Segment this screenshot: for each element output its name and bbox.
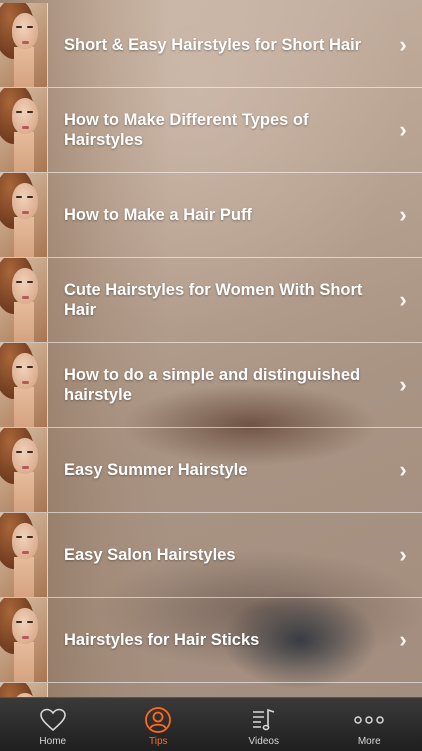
chevron-right-icon: ›	[390, 627, 416, 653]
thumbnail-image	[0, 683, 48, 697]
chevron-right-icon: ›	[390, 457, 416, 483]
list-item-title: How to Make a Hair Puff	[48, 205, 390, 225]
thumbnail-image	[0, 343, 48, 427]
chevron-right-icon: ›	[390, 202, 416, 228]
thumbnail-image	[0, 428, 48, 512]
tab-videos[interactable]: Videos	[211, 698, 317, 751]
tab-videos-label: Videos	[249, 736, 279, 747]
more-dots-icon	[353, 705, 385, 735]
list-item-title: Easy Salon Hairstyles	[48, 545, 390, 565]
list-item[interactable]: How to Make a Hair Puff ›	[0, 173, 422, 258]
bottom-tab-bar: Home Tips Videos More	[0, 697, 422, 751]
thumbnail-image	[0, 258, 48, 342]
list-item-partial[interactable]	[0, 683, 422, 697]
tab-tips[interactable]: Tips	[106, 698, 212, 751]
list-item[interactable]: Hairstyles for Hair Sticks ›	[0, 598, 422, 683]
person-icon	[142, 705, 174, 735]
tab-tips-label: Tips	[149, 736, 168, 747]
list-item[interactable]: Easy Salon Hairstyles ›	[0, 513, 422, 598]
list-item-title: Hairstyles for Hair Sticks	[48, 630, 390, 650]
list-item[interactable]: Easy Summer Hairstyle ›	[0, 428, 422, 513]
thumbnail-image	[0, 598, 48, 682]
list-item[interactable]: Short & Easy Hairstyles for Short Hair ›	[0, 3, 422, 88]
tab-home-label: Home	[39, 736, 66, 747]
chevron-right-icon: ›	[390, 542, 416, 568]
tab-more-label: More	[358, 736, 381, 747]
tab-home[interactable]: Home	[0, 698, 106, 751]
thumbnail-image	[0, 513, 48, 597]
list-item[interactable]: Cute Hairstyles for Women With Short Hai…	[0, 258, 422, 343]
chevron-right-icon: ›	[390, 372, 416, 398]
tab-more[interactable]: More	[317, 698, 422, 751]
list-item-title: How to Make Different Types of Hairstyle…	[48, 110, 390, 150]
list-screen: Short & Easy Hairstyles for Short Hair ›…	[0, 0, 422, 697]
list-item-title: Short & Easy Hairstyles for Short Hair	[48, 35, 390, 55]
list-item-title: Cute Hairstyles for Women With Short Hai…	[48, 280, 390, 320]
list-item-title: How to do a simple and distinguished hai…	[48, 365, 390, 405]
chevron-right-icon: ›	[390, 287, 416, 313]
thumbnail-image	[0, 88, 48, 172]
heart-icon	[37, 705, 69, 735]
list-item-title: Easy Summer Hairstyle	[48, 460, 390, 480]
chevron-right-icon: ›	[390, 117, 416, 143]
chevron-right-icon: ›	[390, 32, 416, 58]
list-item[interactable]: How to do a simple and distinguished hai…	[0, 343, 422, 428]
thumbnail-image	[0, 3, 48, 87]
music-list-icon	[248, 705, 280, 735]
list-item[interactable]: How to Make Different Types of Hairstyle…	[0, 88, 422, 173]
thumbnail-image	[0, 173, 48, 257]
